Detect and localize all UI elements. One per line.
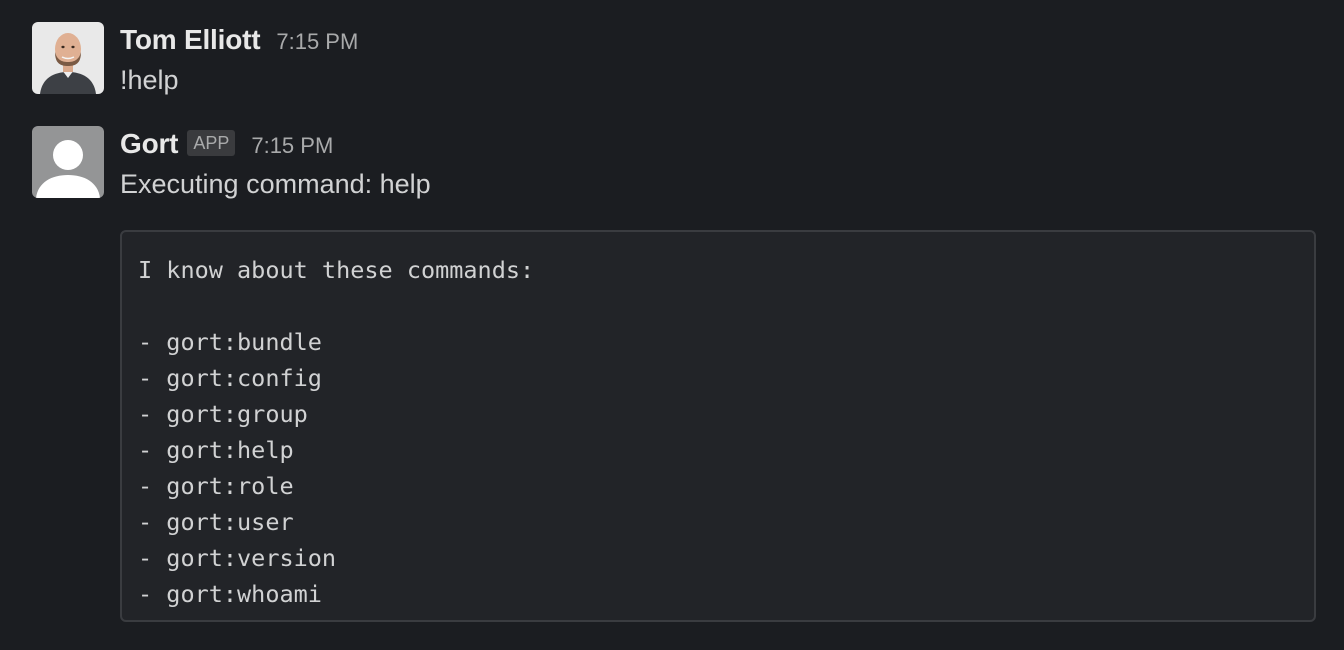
avatar[interactable] (32, 126, 104, 198)
message-timestamp[interactable]: 7:15 PM (251, 128, 333, 164)
sender-name[interactable]: Gort (120, 126, 179, 162)
code-line: - gort:whoami (138, 580, 322, 608)
code-line: - gort:user (138, 508, 294, 536)
message-header: Gort APP 7:15 PM (120, 126, 1322, 162)
code-line: - gort:group (138, 400, 308, 428)
code-line-intro: I know about these commands: (138, 256, 535, 284)
message-text: Executing command: help (120, 169, 431, 199)
code-line: - gort:bundle (138, 328, 322, 356)
user-photo-icon (32, 22, 104, 94)
code-line: - gort:version (138, 544, 337, 572)
message-text: !help (120, 65, 179, 95)
message-body: Tom Elliott 7:15 PM !help (120, 22, 1322, 97)
code-line: - gort:help (138, 436, 294, 464)
code-line: - gort:config (138, 364, 322, 392)
message-header: Tom Elliott 7:15 PM (120, 22, 1322, 58)
app-badge: APP (187, 130, 236, 156)
code-line: - gort:role (138, 472, 294, 500)
sender-name[interactable]: Tom Elliott (120, 22, 261, 58)
message-body: Gort APP 7:15 PM Executing command: help (120, 126, 1322, 201)
code-block: I know about these commands: - gort:bund… (120, 230, 1316, 622)
message-timestamp[interactable]: 7:15 PM (276, 24, 358, 60)
default-user-icon (32, 126, 104, 198)
avatar[interactable] (32, 22, 104, 94)
